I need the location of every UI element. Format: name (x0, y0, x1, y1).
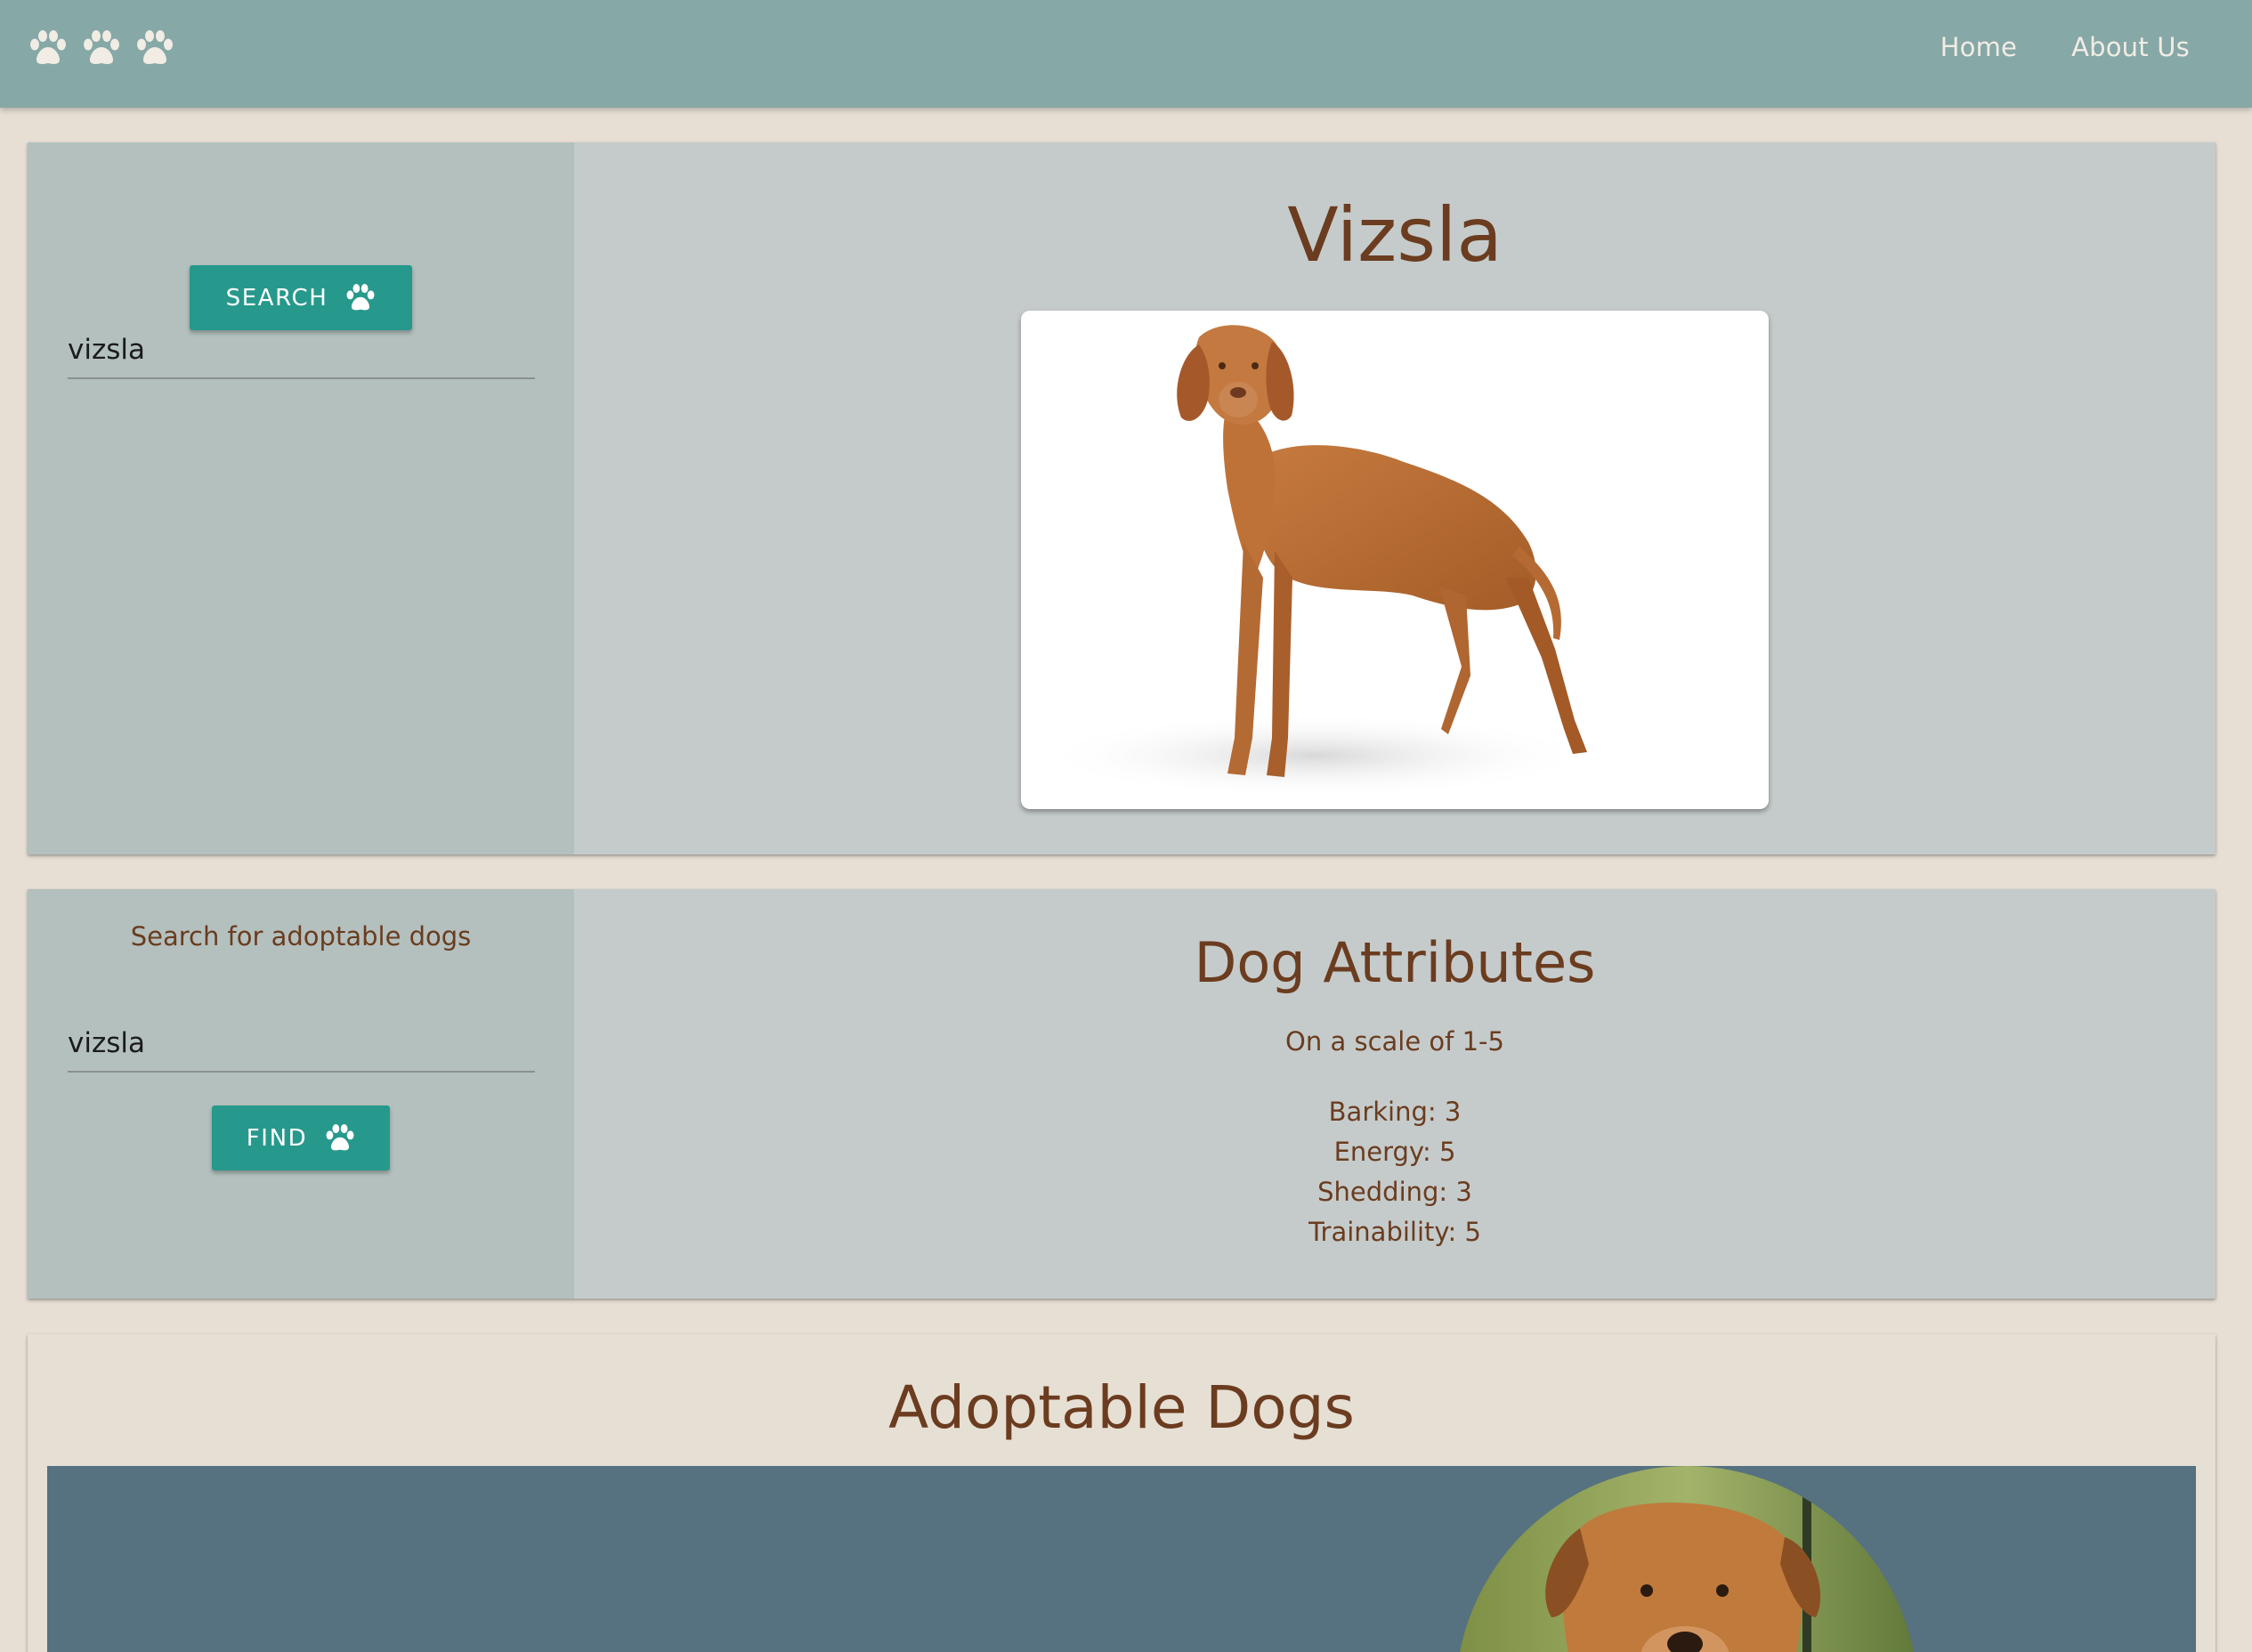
breed-search-input[interactable] (68, 322, 535, 379)
paw-icon (30, 30, 66, 64)
adopt-search-input[interactable] (68, 1016, 535, 1073)
breed-title: Vizsla (1287, 191, 1503, 279)
attribute-energy: Energy: 5 (1333, 1137, 1456, 1167)
attributes-panel: Dog Attributes On a scale of 1-5 Barking… (574, 889, 2216, 1299)
paw-icon (346, 284, 375, 311)
attributes-subtitle: On a scale of 1-5 (1285, 1026, 1504, 1057)
attribute-shedding: Shedding: 3 (1317, 1177, 1472, 1207)
paw-icon (137, 30, 173, 64)
adoptable-dogs-title: Adoptable Dogs (888, 1373, 1355, 1442)
find-button-label: FIND (246, 1124, 308, 1152)
breed-search-panel: SEARCH (28, 142, 574, 854)
adopt-search-heading: Search for adoptable dogs (130, 921, 472, 952)
breed-card: SEARCH Vizsla (28, 142, 2216, 854)
main-nav: Home About Us (1940, 32, 2190, 62)
attributes-card: Search for adoptable dogs FIND Dog Attri… (28, 889, 2216, 1299)
top-app-bar: Home About Us (0, 0, 2252, 108)
adoptable-dogs-card: Adoptable Dogs (28, 1334, 2216, 1652)
search-button-label: SEARCH (225, 284, 328, 312)
nav-home-link[interactable]: Home (1940, 32, 2017, 62)
nav-about-us-link[interactable]: About Us (2071, 32, 2190, 62)
attributes-title: Dog Attributes (1194, 930, 1596, 995)
attribute-barking: Barking: 3 (1328, 1097, 1462, 1127)
breed-result-panel: Vizsla (574, 142, 2216, 854)
attribute-trainability: Trainability: 5 (1308, 1217, 1481, 1247)
find-button[interactable]: FIND (212, 1105, 390, 1170)
adopt-search-panel: Search for adoptable dogs FIND (28, 889, 574, 1299)
adoptable-dog-photo[interactable] (1446, 1466, 1927, 1652)
breed-photo (1021, 311, 1769, 809)
adoptable-dogs-carousel[interactable] (47, 1466, 2196, 1652)
paw-icon (326, 1124, 354, 1151)
search-button[interactable]: SEARCH (190, 265, 412, 330)
attribute-list: Barking: 3 Energy: 5 Shedding: 3 Trainab… (574, 1092, 2216, 1252)
logo[interactable] (28, 30, 174, 66)
vizsla-image (1039, 325, 1591, 798)
paw-icon (84, 30, 119, 64)
